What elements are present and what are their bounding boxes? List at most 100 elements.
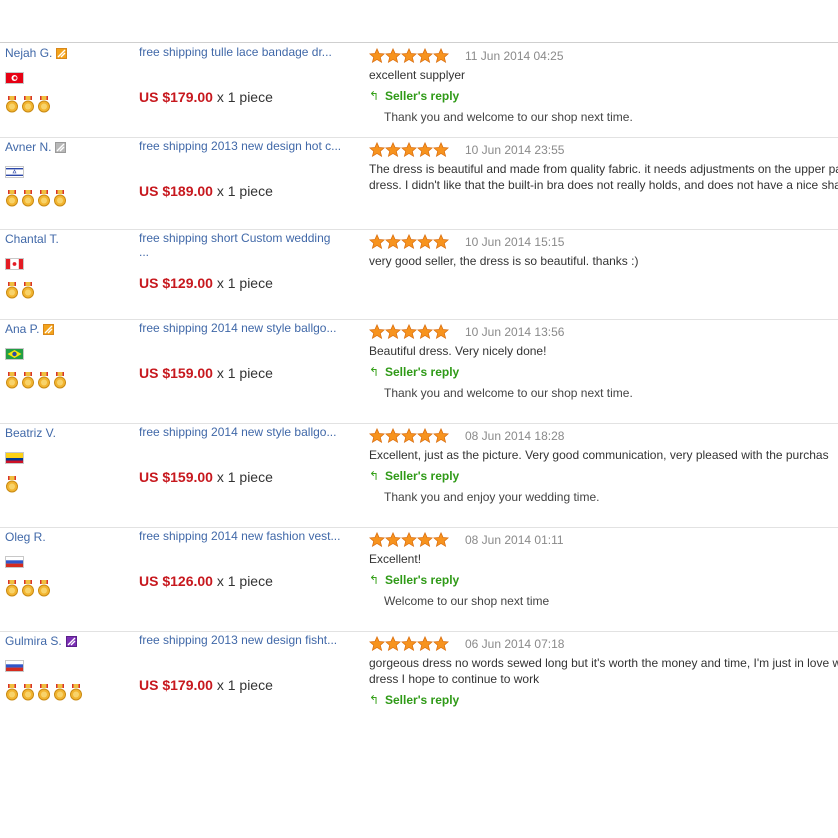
buyer-name-link[interactable]: Ana P. <box>5 322 39 336</box>
review-row: Chantal T. free shipping short Custom wed… <box>0 229 838 320</box>
buyer-info: Nejah G. <box>5 43 130 113</box>
buyer-name-link[interactable]: Oleg R. <box>5 530 46 544</box>
star-rating <box>368 233 450 250</box>
medal-icon <box>21 190 37 208</box>
star-icon <box>416 233 434 250</box>
star-icon <box>384 635 402 652</box>
country-flag-icon <box>5 660 24 672</box>
review-date: 10 Jun 2014 23:55 <box>465 143 565 157</box>
product-info: free shipping 2013 new design fisht... US… <box>139 631 354 693</box>
product-title-link[interactable]: free shipping 2014 new style ballgo... <box>139 320 354 336</box>
review-content: 10 Jun 2014 15:15 very good seller, the d… <box>368 229 838 269</box>
review-text: Excellent! <box>369 552 422 566</box>
product-title-link[interactable]: free shipping short Custom wedding <box>139 230 354 246</box>
medal-icon <box>21 580 37 598</box>
star-icon <box>432 531 450 548</box>
rating-line: 08 Jun 2014 18:28 <box>368 425 838 447</box>
price: US $189.00 <box>139 183 213 199</box>
star-icon <box>384 233 402 250</box>
star-icon <box>384 427 402 444</box>
order-line: US $179.00 x 1 piece <box>139 89 273 105</box>
seller-reply-label: Seller's reply <box>385 573 460 587</box>
buyer-medals <box>5 372 69 390</box>
seller-reply: ↰ Seller's reply <box>369 468 838 484</box>
review-text: very good seller, the dress is so beauti… <box>369 254 639 268</box>
review-text: The dress is beautiful and made from qua… <box>369 162 838 192</box>
order-line: US $129.00 x 1 piece <box>139 275 273 291</box>
product-info: free shipping 2013 new design hot c... US… <box>139 137 354 199</box>
product-info: free shipping 2014 new style ballgo... US… <box>139 423 354 485</box>
seller-reply-text: Thank you and welcome to our shop next t… <box>384 110 633 124</box>
medal-icon <box>5 372 21 390</box>
seller-reply-text: Welcome to our shop next time <box>384 594 550 608</box>
star-icon <box>368 531 386 548</box>
medal-icon <box>37 96 53 114</box>
star-icon <box>416 427 434 444</box>
buyer-name-line: Oleg R. <box>5 527 130 547</box>
buyer-medals <box>5 476 21 494</box>
medal-icon <box>53 684 69 702</box>
medal-icon <box>21 282 37 300</box>
buyer-medals <box>5 190 69 208</box>
star-icon <box>432 635 450 652</box>
buyer-info: Oleg R. <box>5 527 130 597</box>
rating-line: 11 Jun 2014 04:25 <box>368 45 838 67</box>
buyer-info: Avner N. <box>5 137 130 207</box>
star-icon <box>400 635 418 652</box>
medal-icon <box>5 684 21 702</box>
buyer-medals <box>5 684 85 702</box>
review-content: 10 Jun 2014 13:56 Beautiful dress. Very n… <box>368 319 838 401</box>
buyer-name-link[interactable]: Nejah G. <box>5 46 52 60</box>
star-icon <box>416 47 434 64</box>
medal-icon <box>21 372 37 390</box>
review-row: Gulmira S. free shipping 2013 new design … <box>0 631 838 709</box>
price: US $126.00 <box>139 573 213 589</box>
star-icon <box>432 141 450 158</box>
seller-reply-label: Seller's reply <box>385 693 460 707</box>
medal-icon <box>53 190 69 208</box>
buyer-name-link[interactable]: Gulmira S. <box>5 634 62 648</box>
review-date: 11 Jun 2014 04:25 <box>465 49 564 63</box>
seller-reply: ↰ Seller's reply <box>369 88 838 104</box>
price: US $159.00 <box>139 469 213 485</box>
price: US $179.00 <box>139 677 213 693</box>
product-title-link[interactable]: free shipping 2013 new design hot c... <box>139 138 354 154</box>
product-title-link[interactable]: free shipping 2013 new design fisht... <box>139 632 354 648</box>
review-content: 06 Jun 2014 07:18 gorgeous dress no words… <box>368 631 838 708</box>
star-icon <box>368 233 386 250</box>
review-content: 11 Jun 2014 04:25 excellent supplyer ↰ Sell… <box>368 43 838 125</box>
review-row: Ana P. free shipping 2014 new style ballg… <box>0 319 838 424</box>
star-icon <box>400 531 418 548</box>
review-row: Avner N. free shipping 2013 new design ho… <box>0 137 838 230</box>
star-icon <box>368 47 386 64</box>
seller-reply-label: Seller's reply <box>385 89 460 103</box>
buyer-medals <box>5 282 37 300</box>
product-title-link[interactable]: free shipping tulle lace bandage dr... <box>139 44 354 60</box>
medal-icon <box>21 96 37 114</box>
order-line: US $159.00 x 1 piece <box>139 469 273 485</box>
order-line: US $179.00 x 1 piece <box>139 677 273 693</box>
medal-icon <box>5 96 21 114</box>
star-icon <box>384 323 402 340</box>
buyer-name-link[interactable]: Chantal T. <box>5 232 59 246</box>
quantity: x 1 piece <box>216 275 273 291</box>
star-icon <box>400 141 418 158</box>
buyer-medals <box>5 96 53 114</box>
review-content: 08 Jun 2014 18:28 Excellent, just as the … <box>368 423 838 505</box>
star-icon <box>384 531 402 548</box>
review-text: Excellent, just as the picture. Very goo… <box>369 448 829 462</box>
medal-icon <box>5 190 21 208</box>
seller-reply: ↰ Seller's reply <box>369 364 838 380</box>
buyer-name-link[interactable]: Avner N. <box>5 140 51 154</box>
product-info: free shipping 2014 new fashion vest... US… <box>139 527 354 589</box>
product-info: free shipping tulle lace bandage dr... US… <box>139 43 354 105</box>
rating-line: 10 Jun 2014 13:56 <box>368 321 838 343</box>
product-title-link[interactable]: free shipping 2014 new style ballgo... <box>139 424 354 440</box>
product-title-link[interactable]: free shipping 2014 new fashion vest... <box>139 528 354 544</box>
product-title-continuation: ... <box>139 245 150 259</box>
star-icon <box>400 427 418 444</box>
medal-icon <box>21 684 37 702</box>
buyer-name-link[interactable]: Beatriz V. <box>5 426 56 440</box>
star-icon <box>400 47 418 64</box>
price: US $159.00 <box>139 365 213 381</box>
